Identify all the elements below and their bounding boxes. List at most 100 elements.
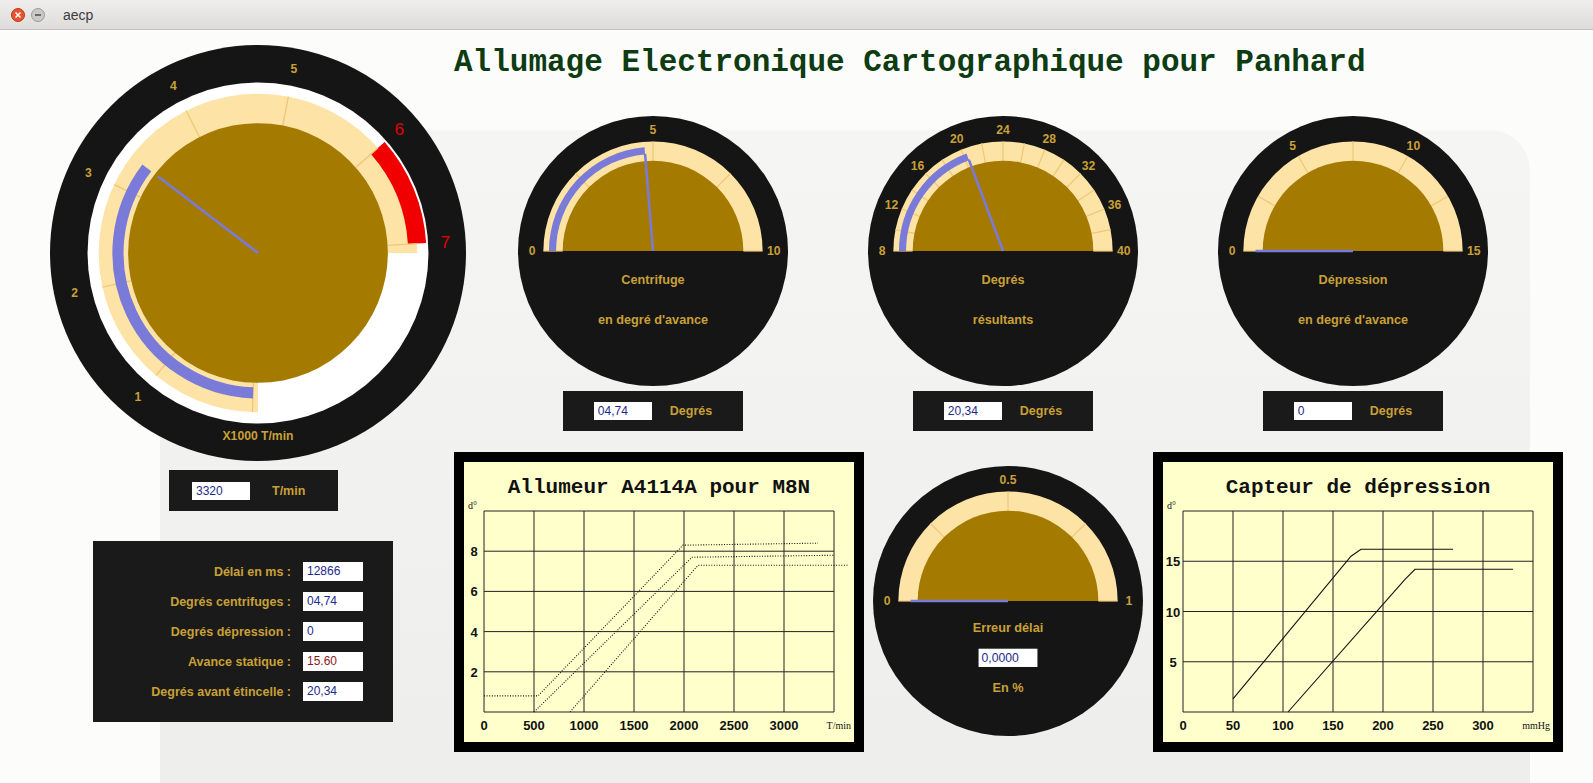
gauge-caption: Centrifuge — [621, 273, 684, 287]
tachometer: 1234567X1000 T/min — [50, 45, 466, 461]
gauge-scale-label: 36 — [1108, 198, 1122, 212]
gauge-scale-ring — [898, 491, 1117, 601]
gauge-scale-label: 32 — [1082, 159, 1096, 173]
gauge-tick — [1086, 209, 1104, 216]
gauge-tick — [1038, 150, 1045, 168]
tach-scale-label: 7 — [441, 232, 451, 252]
gauge-tick — [930, 523, 944, 537]
chart-canvas: Capteur de dépression0501001502002503005… — [1163, 462, 1553, 742]
minimize-icon[interactable] — [31, 8, 45, 22]
gauge-tick — [1092, 230, 1111, 234]
chart-title: Allumeur A4114A pour M8N — [508, 476, 810, 499]
gauge-scale-label: 5 — [650, 123, 657, 137]
gauge-bezel — [868, 116, 1138, 386]
gauge-caption: Degrés — [982, 273, 1025, 287]
x-tick-label: 0 — [1179, 718, 1186, 733]
gauge-needle — [969, 160, 1003, 251]
gauge-column: 81216202428323640Degrésrésultants 20,34 … — [868, 116, 1138, 431]
gauge-caption: Dépression — [1318, 273, 1387, 287]
window-title: aecp — [63, 7, 93, 23]
semicircle-gauge: 81216202428323640Degrésrésultants — [868, 116, 1138, 386]
gauge-level-arc — [903, 157, 968, 251]
grid-line — [1183, 661, 1533, 662]
y-tick-label: 10 — [1166, 605, 1180, 620]
tach-caption: X1000 T/min — [223, 429, 294, 443]
info-field[interactable]: 12866 — [303, 562, 363, 581]
semicircle-gauge: 051015Dépressionen degré d'avance — [1218, 116, 1488, 386]
info-label: Avance statique : — [93, 655, 291, 669]
semicircle-gauge: 0510Centrifugeen degré d'avance — [518, 116, 788, 386]
gauge-field[interactable]: 20,34 — [944, 402, 1002, 420]
gauge-column: 0510Centrifugeen degré d'avance 04,74 De… — [518, 116, 788, 431]
gauge-tick — [1067, 173, 1081, 187]
gauge-row: 0 5 10 Centrifuge en degré d'avance 04,74 De… — [518, 116, 1593, 431]
y-tick-label: 6 — [470, 584, 477, 599]
chart-title: Capteur de dépression — [1226, 476, 1491, 499]
gauge-level-arc — [553, 151, 645, 251]
tach-dial — [88, 83, 429, 424]
tach-scale-label: 2 — [71, 286, 78, 300]
close-icon[interactable] — [11, 8, 25, 22]
y-axis-label: d° — [1167, 500, 1176, 511]
gauge-face — [1263, 161, 1444, 251]
tach-scale-label: 6 — [394, 119, 404, 139]
gauge-tick — [1078, 190, 1094, 201]
right-column: Allumage Electronique Cartographique pou… — [454, 30, 1593, 783]
centrifugal-chart: Allumeur A4114A pour M8N0500100015002000… — [454, 452, 864, 752]
x-axis-unit: T/min — [827, 720, 851, 731]
gauge-field[interactable]: 04,74 — [594, 402, 652, 420]
info-label: Degrés avant étincelle : — [93, 685, 291, 699]
gauge-bezel — [1218, 116, 1488, 386]
rpm-field[interactable]: 3320 — [192, 482, 250, 500]
gauge-tick — [1093, 250, 1112, 251]
error-gauge: 00.51Erreur délai0,0000En % — [873, 466, 1143, 736]
info-field[interactable]: 04,74 — [303, 592, 363, 611]
info-field[interactable]: 15.60 — [303, 652, 363, 671]
grid-line — [734, 511, 735, 712]
info-label: Degrés centrifuges : — [93, 595, 291, 609]
gauge-tick — [1258, 196, 1275, 206]
error-value: 0,0000 — [982, 651, 1019, 665]
tach-bezel — [50, 45, 466, 461]
gauge-tick — [1021, 143, 1025, 162]
gauge-scale-label: 0.5 — [1000, 473, 1017, 487]
gauge-scale-ring — [543, 141, 762, 251]
info-field[interactable]: 0 — [303, 622, 363, 641]
chart-canvas: Allumeur A4114A pour M8N0500100015002000… — [464, 462, 854, 742]
grid-line — [484, 631, 834, 632]
gauge-scale-label: 10 — [1407, 139, 1421, 153]
gauge-tick — [1431, 196, 1448, 206]
gauge-tick — [1443, 250, 1462, 251]
gauge-scale-label: 12 — [885, 198, 899, 212]
tach-tick — [283, 97, 289, 126]
gauge-tick — [1298, 156, 1308, 173]
x-tick-label: 3000 — [770, 718, 799, 733]
info-label: Degrés dépression : — [93, 625, 291, 639]
gauge-tick — [717, 173, 731, 187]
gauge-bezel — [873, 466, 1143, 736]
x-axis-unit: mmHg — [1522, 720, 1550, 731]
gauge-caption: Erreur délai — [973, 621, 1043, 635]
gauge-scale-label: 28 — [1042, 132, 1056, 146]
rpm-readout: 3320 T/min — [169, 470, 338, 511]
gauge-field[interactable]: 0 — [1294, 402, 1352, 420]
app-window: aecp 1234567X1000 T/min 3320 T/min Délai… — [0, 0, 1593, 783]
x-tick-label: 0 — [480, 718, 487, 733]
gauge-unit: Degrés — [1370, 404, 1412, 418]
gauge-caption: résultants — [973, 313, 1034, 327]
gauge-caption: en degré d'avance — [598, 313, 708, 327]
vacuum-chart-wrap: Capteur de dépression0501001502002503005… — [1153, 452, 1563, 752]
grid-line — [484, 551, 834, 552]
x-tick-label: 500 — [523, 718, 545, 733]
gauge-scale-ring — [1243, 141, 1462, 251]
x-tick-label: 150 — [1322, 718, 1344, 733]
error-field[interactable] — [979, 649, 1038, 667]
grid-line — [1183, 712, 1533, 713]
gauge-readout: 0 Degrés — [1263, 391, 1443, 431]
tach-face — [128, 123, 388, 383]
info-field[interactable]: 20,34 — [303, 682, 363, 701]
y-tick-label: 4 — [470, 625, 478, 640]
gauge-needle — [1256, 250, 1353, 253]
gauge-scale-label: 10 — [767, 244, 781, 258]
gauge-unit: Degrés — [670, 404, 712, 418]
